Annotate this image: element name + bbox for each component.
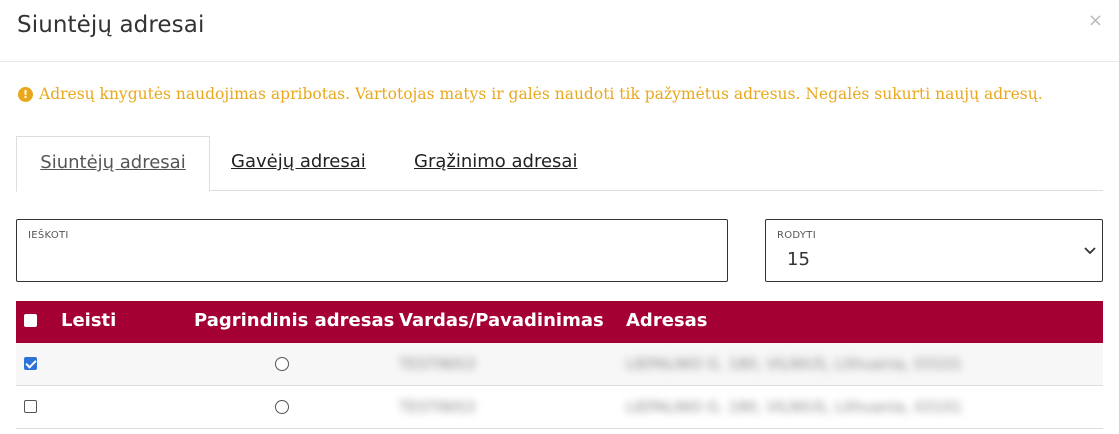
allow-checkbox[interactable] — [24, 400, 37, 413]
search-input[interactable] — [27, 248, 721, 276]
column-header-name: Vardas/Pavadinimas — [399, 310, 604, 331]
table-row: TESTINIS3 LIEPALNIO G. 180, VILNIUS, Lit… — [16, 343, 1103, 386]
primary-address-radio[interactable] — [275, 400, 289, 414]
exclamation-circle-icon: ! — [18, 86, 33, 102]
allow-checkbox[interactable] — [24, 357, 37, 370]
table-header: Leisti Pagrindinis adresas Vardas/Pavadi… — [16, 301, 1103, 343]
address-cell: LIEPALNIO G. 180, VILNIUS, Lithuania, 03… — [626, 355, 962, 373]
tab-sender-addresses[interactable]: Siuntėjų adresai — [16, 136, 210, 192]
table-row: TESTINIS3 LIEPALNIO G. 180, VILNIUS, Lit… — [16, 386, 1103, 429]
close-icon[interactable]: × — [1088, 10, 1103, 31]
address-cell: LIEPALNIO G. 180, VILNIUS, Lithuania, 03… — [626, 398, 962, 416]
column-header-address: Adresas — [626, 310, 708, 331]
notice-text: Adresų knygutės naudojimas apribotas. Va… — [39, 85, 1043, 103]
restriction-notice: ! Adresų knygutės naudojimas apribotas. … — [18, 85, 1043, 103]
page-size-value: 15 — [787, 249, 810, 270]
modal-header: Siuntėjų adresai × — [0, 0, 1119, 62]
name-cell: TESTINIS3 — [399, 355, 476, 373]
search-label: IEŠKOTI — [28, 230, 69, 241]
column-header-allow: Leisti — [61, 310, 117, 331]
address-table: Leisti Pagrindinis adresas Vardas/Pavadi… — [16, 301, 1103, 429]
select-all-checkbox[interactable] — [24, 314, 37, 327]
chevron-down-icon — [1084, 240, 1096, 259]
page-size-select[interactable]: RODYTI 15 — [765, 219, 1103, 282]
name-cell: TESTINIS3 — [399, 398, 476, 416]
primary-address-radio[interactable] — [275, 357, 289, 371]
dialog-title: Siuntėjų adresai — [17, 12, 205, 38]
column-header-primary: Pagrindinis adresas — [194, 310, 395, 331]
address-tabs: Siuntėjų adresai Gavėjų adresai Grąžinim… — [16, 136, 1103, 192]
tab-return-addresses[interactable]: Grąžinimo adresai — [414, 136, 577, 191]
page-size-label: RODYTI — [777, 230, 816, 241]
search-field[interactable]: IEŠKOTI — [16, 219, 728, 282]
tab-recipient-addresses[interactable]: Gavėjų adresai — [231, 136, 366, 191]
